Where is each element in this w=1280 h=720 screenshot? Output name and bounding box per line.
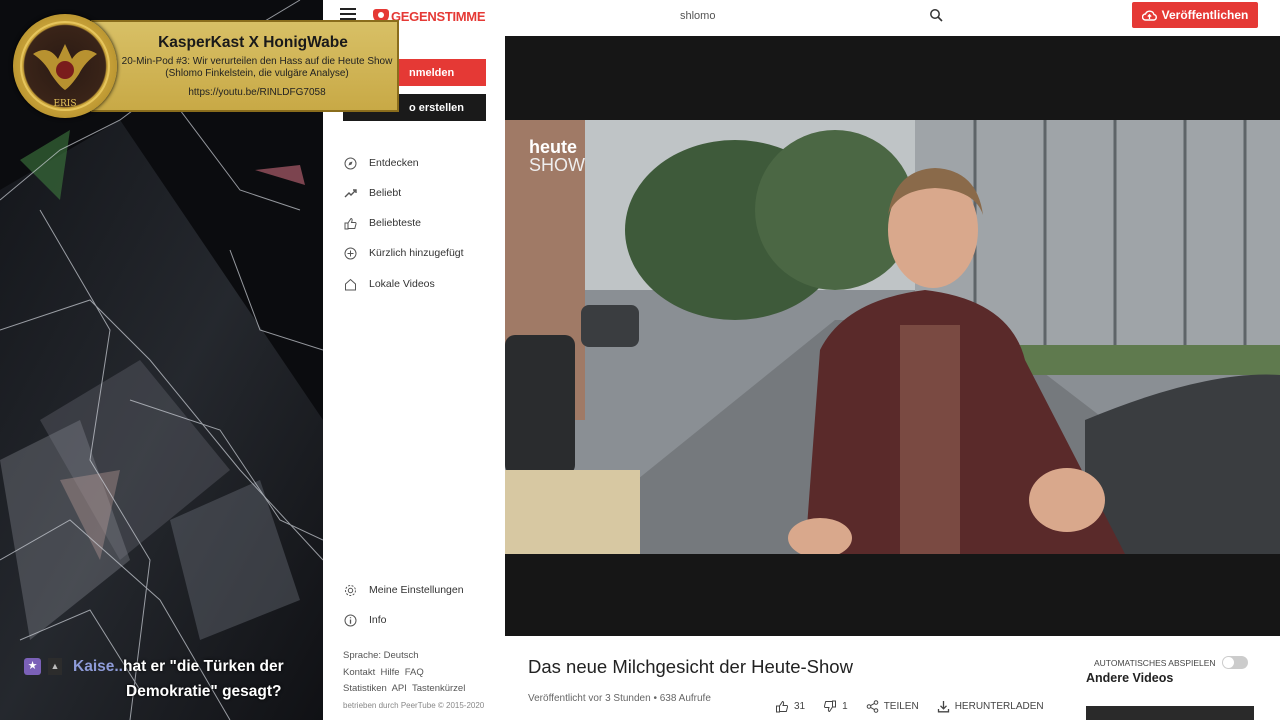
video-meta: Veröffentlicht vor 3 Stunden • 638 Aufru… [528, 693, 711, 704]
banner-subtitle: 20-Min-Pod #3: Wir verurteilen den Hass … [121, 56, 393, 79]
peertube-page: GEGENSTIMME shlomo Veröffentlichen nmeld… [323, 0, 1280, 720]
publish-label: Veröffentlichen [1161, 8, 1249, 22]
banner-title: KasperKast X HonigWabe [158, 34, 348, 51]
sidebar-footer: Sprache: Deutsch Kontakt Hilfe FAQ Stati… [343, 648, 503, 714]
sidebar: nmelden o erstellen Entdecken Beliebt Be… [323, 32, 505, 720]
video-title: Das neue Milchgesicht der Heute-Show [528, 656, 853, 677]
chat-text-line-2: Demokratie" gesagt? [126, 683, 282, 700]
sidebar-item-lokale-videos[interactable]: Lokale Videos [343, 274, 435, 294]
other-videos-heading: Andere Videos [1086, 671, 1174, 685]
compass-icon [343, 156, 357, 170]
chat-username: Kaise... [73, 658, 128, 675]
sidebar-item-label: Lokale Videos [369, 278, 435, 290]
language-selector[interactable]: Sprache: Deutsch [343, 648, 503, 665]
sidebar-item-beliebteste[interactable]: Beliebteste [343, 213, 421, 233]
download-button[interactable]: HERUNTERLADEN [937, 700, 1044, 713]
sidebar-item-beliebt[interactable]: Beliebt [343, 183, 401, 203]
share-icon [866, 699, 878, 713]
thumbs-up-icon [776, 700, 789, 712]
sidebar-item-label: Beliebt [369, 187, 402, 199]
watermark-top: heute [529, 137, 578, 157]
dislike-count: 1 [842, 700, 848, 712]
video-actions: 31 1 TEILEN HERUNTERLADEN [775, 698, 1062, 714]
recommended-video-thumbnail[interactable] [1086, 706, 1254, 720]
footer-links-2[interactable]: Statistiken API Tastenkürzel [343, 681, 503, 698]
login-label: nmelden [409, 66, 455, 79]
plus-circle-icon [343, 246, 357, 260]
autoplay-toggle[interactable]: AUTOMATISCHES ABSPIELEN [1094, 656, 1248, 669]
chat-message: ★ ▲ Kaise... hat er "die Türken der Demo… [24, 658, 304, 708]
video-still-image [505, 120, 1280, 554]
sidebar-item-info[interactable]: Info [343, 610, 387, 630]
like-button[interactable]: 31 [775, 700, 805, 713]
chat-text-line-1: hat er "die Türken der [123, 658, 284, 675]
sidebar-item-label: Info [369, 614, 387, 626]
sidebar-item-settings[interactable]: Meine Einstellungen [343, 580, 464, 600]
autoplay-label: AUTOMATISCHES ABSPIELEN [1094, 657, 1216, 668]
home-icon [343, 277, 357, 291]
stream-banner: ERIS KasperKast X HonigWabe 20-Min-Pod #… [13, 14, 399, 118]
search-input[interactable]: shlomo [680, 10, 715, 22]
sidebar-item-kuerzlich[interactable]: Kürzlich hinzugefügt [343, 243, 464, 263]
watermark-bottom: SHOW [529, 155, 585, 175]
sidebar-item-entdecken[interactable]: Entdecken [343, 153, 419, 173]
info-icon [343, 613, 357, 627]
video-player[interactable]: heute SHOW [505, 36, 1280, 636]
logo-text: GEGENSTIMME [391, 8, 486, 24]
dislike-button[interactable]: 1 [823, 700, 848, 713]
upload-cloud-icon [1141, 10, 1157, 21]
badge-text: ERIS [53, 99, 76, 109]
top-bar: GEGENSTIMME shlomo Veröffentlichen [323, 0, 1280, 32]
channel-watermark: heute SHOW [529, 138, 585, 174]
sidebar-item-label: Kürzlich hinzugefügt [369, 247, 464, 259]
moderator-badge-icon: ▲ [48, 658, 62, 675]
share-button[interactable]: TEILEN [866, 699, 919, 713]
thumbs-down-icon [824, 700, 837, 712]
publish-button[interactable]: Veröffentlichen [1132, 2, 1258, 28]
like-count: 31 [794, 700, 806, 712]
footer-links-1[interactable]: Kontakt Hilfe FAQ [343, 665, 503, 682]
create-account-label: o erstellen [409, 101, 465, 114]
banner-url[interactable]: https://youtu.be/RINLDFG7058 [119, 87, 395, 98]
eagle-emblem-icon: ERIS [20, 21, 110, 111]
sidebar-item-label: Beliebteste [369, 217, 421, 229]
autoplay-switch[interactable] [1221, 656, 1248, 669]
share-label: TEILEN [883, 700, 919, 712]
gear-icon [343, 583, 357, 597]
sidebar-item-label: Entdecken [369, 157, 419, 169]
sidebar-item-label: Meine Einstellungen [369, 584, 464, 596]
download-label: HERUNTERLADEN [954, 700, 1044, 712]
download-icon [937, 700, 949, 712]
video-frame[interactable]: heute SHOW [505, 120, 1280, 554]
powered-by-credit[interactable]: betrieben durch PeerTube © 2015-2020 [343, 698, 503, 715]
thumbs-up-icon [343, 216, 357, 230]
trending-icon [343, 186, 357, 200]
star-badge-icon: ★ [24, 658, 41, 675]
eris-badge-logo: ERIS [13, 14, 117, 118]
search-icon[interactable] [929, 8, 943, 22]
